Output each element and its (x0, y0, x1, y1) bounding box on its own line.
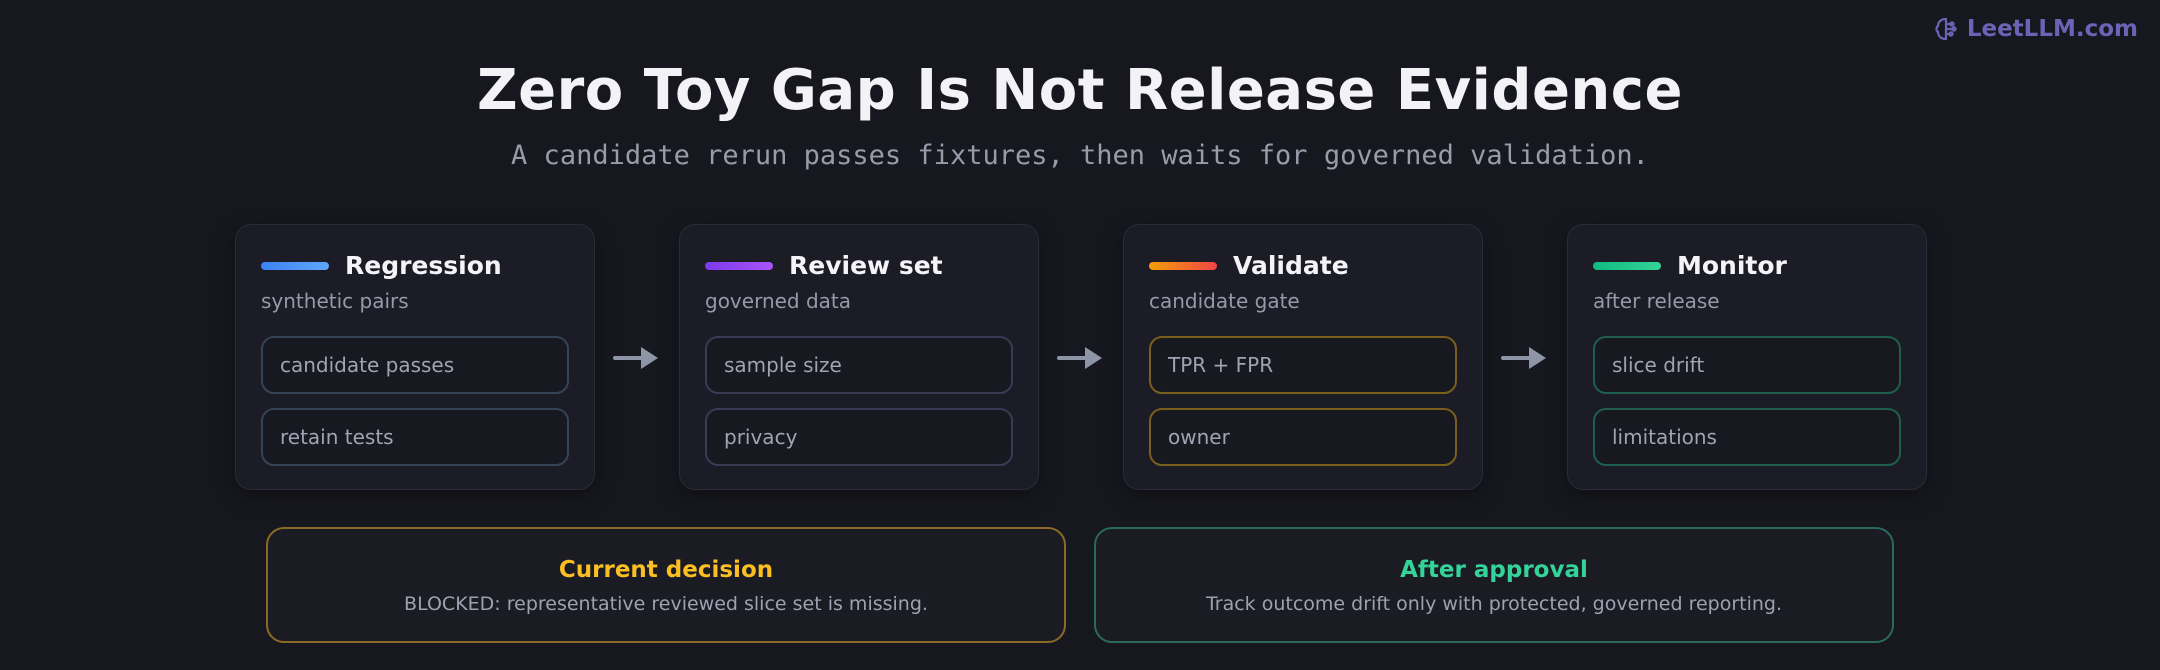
stage-accent-bar (1593, 261, 1661, 270)
arrow-right-icon (1501, 344, 1547, 377)
arrow-right-icon (1057, 344, 1103, 377)
stage-item: TPR + FPR (1149, 336, 1457, 394)
decision-title: After approval (1400, 557, 1588, 583)
stage-card-review-set: Review set governed data sample size pri… (679, 224, 1039, 490)
stage-accent-bar (1149, 261, 1217, 270)
stage-item: retain tests (261, 408, 569, 466)
stage-item: candidate passes (261, 336, 569, 394)
arrow-right-icon (613, 344, 659, 377)
stage-subtitle: synthetic pairs (261, 289, 409, 313)
stage-accent-bar (261, 261, 329, 270)
decision-text: Track outcome drift only with protected,… (1205, 593, 1783, 615)
stage-title: Review set (789, 251, 943, 280)
stage-item: limitations (1593, 408, 1901, 466)
stage-title: Validate (1233, 251, 1349, 280)
stage-item: slice drift (1593, 336, 1901, 394)
decision-text: BLOCKED: representative reviewed slice s… (404, 593, 928, 615)
stage-card-validate: Validate candidate gate TPR + FPR owner (1123, 224, 1483, 490)
stage-subtitle: candidate gate (1149, 289, 1300, 313)
stage-card-monitor: Monitor after release slice drift limita… (1567, 224, 1927, 490)
stage-card-regression: Regression synthetic pairs candidate pas… (235, 224, 595, 490)
brain-icon (1933, 16, 1959, 42)
after-approval-box: After approval Track outcome drift only … (1094, 527, 1894, 643)
page-title: Zero Toy Gap Is Not Release Evidence (477, 58, 1683, 123)
decision-title: Current decision (558, 557, 774, 583)
stage-item: sample size (705, 336, 1013, 394)
brand-logo[interactable]: LeetLLM.com (1933, 16, 2138, 42)
stage-subtitle: after release (1593, 289, 1720, 313)
current-decision-box: Current decision BLOCKED: representative… (266, 527, 1066, 643)
stage-title: Regression (345, 251, 502, 280)
page-subtitle: A candidate rerun passes fixtures, then … (511, 140, 1649, 171)
stage-item: privacy (705, 408, 1013, 466)
stage-subtitle: governed data (705, 289, 852, 313)
stage-accent-bar (705, 261, 773, 270)
stage-item: owner (1149, 408, 1457, 466)
stage-title: Monitor (1677, 251, 1787, 280)
brand-label: LeetLLM.com (1966, 16, 2138, 42)
